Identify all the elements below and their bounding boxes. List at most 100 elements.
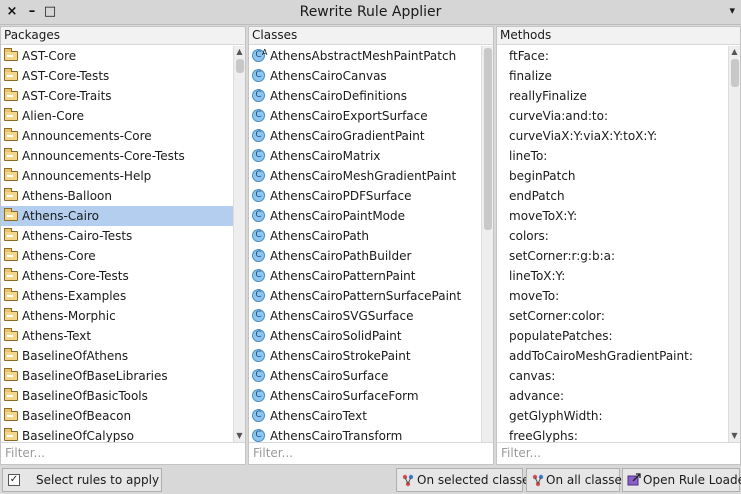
scroll-down-icon[interactable]: ▼ bbox=[234, 430, 245, 442]
methods-pane: Methods ftFace: finalize reallyFinalize cur… bbox=[496, 26, 741, 465]
list-item[interactable]: AST-Core-Tests bbox=[1, 66, 233, 86]
list-item[interactable]: colors: bbox=[497, 226, 728, 246]
classes-scrollbar[interactable] bbox=[481, 46, 493, 442]
list-item[interactable]: BaselineOfBaseLibraries bbox=[1, 366, 233, 386]
list-item[interactable]: beginPatch bbox=[497, 166, 728, 186]
scroll-thumb[interactable] bbox=[236, 59, 244, 73]
open-loader-icon bbox=[627, 473, 641, 486]
list-item[interactable]: C AthensCairoPatternSurfacePaint bbox=[249, 286, 481, 306]
list-item[interactable]: C AthensCairoDefinitions bbox=[249, 86, 481, 106]
packages-header: Packages bbox=[1, 27, 245, 45]
on-all-classes-button[interactable]: On all classes bbox=[526, 468, 628, 492]
list-item[interactable]: setCorner:color: bbox=[497, 306, 728, 326]
list-item[interactable]: Athens-Text bbox=[1, 326, 233, 346]
scroll-down-icon[interactable]: ▼ bbox=[729, 430, 740, 442]
list-item[interactable]: advance: bbox=[497, 386, 728, 406]
scroll-down-icon[interactable] bbox=[482, 430, 493, 442]
list-item[interactable]: C AthensCairoStrokePaint bbox=[249, 346, 481, 366]
scroll-up-icon[interactable]: ▲ bbox=[234, 46, 245, 58]
list-item[interactable]: C AthensCairoMatrix bbox=[249, 146, 481, 166]
list-item[interactable]: BaselineOfAthens bbox=[1, 346, 233, 366]
methods-item-label: lineToX:Y: bbox=[509, 269, 566, 283]
methods-filter-input[interactable] bbox=[501, 446, 729, 460]
scroll-up-icon[interactable]: ▲ bbox=[729, 46, 740, 58]
select-rules-checkbox[interactable]: ✓ bbox=[8, 474, 20, 486]
list-item[interactable]: AST-Core bbox=[1, 46, 233, 66]
packages-item-label: Announcements-Core bbox=[22, 129, 152, 143]
open-rule-loader-button[interactable]: Open Rule Loader bbox=[622, 468, 741, 492]
list-item[interactable]: Alien-Core bbox=[1, 106, 233, 126]
list-item[interactable]: curveVia:and:to: bbox=[497, 106, 728, 126]
class-icon: C bbox=[252, 189, 265, 202]
list-item[interactable]: C AthensCairoPath bbox=[249, 226, 481, 246]
list-item[interactable]: C AthensCairoSurfaceForm bbox=[249, 386, 481, 406]
list-item[interactable]: canvas: bbox=[497, 366, 728, 386]
list-item[interactable]: addToCairoMeshGradientPaint: bbox=[497, 346, 728, 366]
list-item[interactable]: ftFace: bbox=[497, 46, 728, 66]
scroll-thumb[interactable] bbox=[484, 48, 492, 230]
class-icon: C bbox=[252, 429, 265, 442]
abstract-marker-icon: A bbox=[262, 48, 268, 57]
list-item[interactable]: Announcements-Core bbox=[1, 126, 233, 146]
list-item[interactable]: BaselineOfBasicTools bbox=[1, 386, 233, 406]
list-item[interactable]: getGlyphWidth: bbox=[497, 406, 728, 426]
list-item[interactable]: C AthensCairoPatternPaint bbox=[249, 266, 481, 286]
methods-item-label: finalize bbox=[509, 69, 552, 83]
list-item[interactable]: C A AthensAbstractMeshPaintPatch bbox=[249, 46, 481, 66]
list-item[interactable]: C AthensCairoGradientPaint bbox=[249, 126, 481, 146]
list-item[interactable]: C AthensCairoExportSurface bbox=[249, 106, 481, 126]
list-item[interactable]: C AthensCairoPaintMode bbox=[249, 206, 481, 226]
classes-item-label: AthensCairoGradientPaint bbox=[270, 129, 425, 143]
packages-filter[interactable] bbox=[1, 442, 245, 464]
list-item[interactable]: C AthensCairoPathBuilder bbox=[249, 246, 481, 266]
list-item[interactable]: AST-Core-Traits bbox=[1, 86, 233, 106]
list-item[interactable]: C AthensCairoPDFSurface bbox=[249, 186, 481, 206]
list-item[interactable]: Athens-Cairo bbox=[1, 206, 233, 226]
list-item[interactable]: Athens-Balloon bbox=[1, 186, 233, 206]
list-item[interactable]: populatePatches: bbox=[497, 326, 728, 346]
list-item[interactable]: moveToX:Y: bbox=[497, 206, 728, 226]
on-all-classes-label: On all classes bbox=[546, 473, 629, 487]
packages-scrollbar[interactable]: ▲ ▼ bbox=[233, 46, 245, 442]
list-item[interactable]: C AthensCairoSVGSurface bbox=[249, 306, 481, 326]
classes-filter-input[interactable] bbox=[253, 446, 481, 460]
list-item[interactable]: freeGlyphs: bbox=[497, 426, 728, 442]
list-item[interactable]: finalize bbox=[497, 66, 728, 86]
packages-item-label: AST-Core-Traits bbox=[22, 89, 112, 103]
classes-list[interactable]: C A AthensAbstractMeshPaintPatch C AthensCai… bbox=[249, 46, 481, 442]
list-item[interactable]: lineTo: bbox=[497, 146, 728, 166]
package-folder-icon bbox=[4, 248, 18, 261]
methods-list[interactable]: ftFace: finalize reallyFinalize curveVia:an… bbox=[497, 46, 728, 442]
list-item[interactable]: C AthensCairoSolidPaint bbox=[249, 326, 481, 346]
list-item[interactable]: Athens-Examples bbox=[1, 286, 233, 306]
list-item[interactable]: C AthensCairoSurface bbox=[249, 366, 481, 386]
list-item[interactable]: setCorner:r:g:b:a: bbox=[497, 246, 728, 266]
list-item[interactable]: C AthensCairoText bbox=[249, 406, 481, 426]
list-item[interactable]: reallyFinalize bbox=[497, 86, 728, 106]
list-item[interactable]: Athens-Morphic bbox=[1, 306, 233, 326]
select-rules-button[interactable]: ✓ Select rules to apply bbox=[2, 468, 162, 492]
list-item[interactable]: C AthensCairoCanvas bbox=[249, 66, 481, 86]
list-item[interactable]: BaselineOfCalypso bbox=[1, 426, 233, 442]
packages-filter-input[interactable] bbox=[5, 446, 233, 460]
on-selected-classes-button[interactable]: On selected classes bbox=[396, 468, 536, 492]
list-item[interactable]: Announcements-Help bbox=[1, 166, 233, 186]
list-item[interactable]: C AthensCairoMeshGradientPaint bbox=[249, 166, 481, 186]
list-item[interactable]: C AthensCairoTransform bbox=[249, 426, 481, 442]
list-item[interactable]: endPatch bbox=[497, 186, 728, 206]
scroll-thumb[interactable] bbox=[731, 59, 739, 87]
list-item[interactable]: curveViaX:Y:viaX:Y:toX:Y: bbox=[497, 126, 728, 146]
classes-filter[interactable] bbox=[249, 442, 493, 464]
packages-list[interactable]: AST-Core AST-Core-Tests AST-Core-Traits Ali… bbox=[1, 46, 233, 442]
list-item[interactable]: BaselineOfBeacon bbox=[1, 406, 233, 426]
list-item[interactable]: Athens-Cairo-Tests bbox=[1, 226, 233, 246]
window-menu-icon[interactable]: ▾ bbox=[729, 4, 735, 17]
list-item[interactable]: Athens-Core-Tests bbox=[1, 266, 233, 286]
list-item[interactable]: Athens-Core bbox=[1, 246, 233, 266]
list-item[interactable]: moveTo: bbox=[497, 286, 728, 306]
list-item[interactable]: lineToX:Y: bbox=[497, 266, 728, 286]
methods-filter[interactable] bbox=[497, 442, 740, 464]
methods-scrollbar[interactable]: ▲ ▼ bbox=[728, 46, 740, 442]
list-item[interactable]: Announcements-Core-Tests bbox=[1, 146, 233, 166]
class-icon: C bbox=[252, 149, 265, 162]
